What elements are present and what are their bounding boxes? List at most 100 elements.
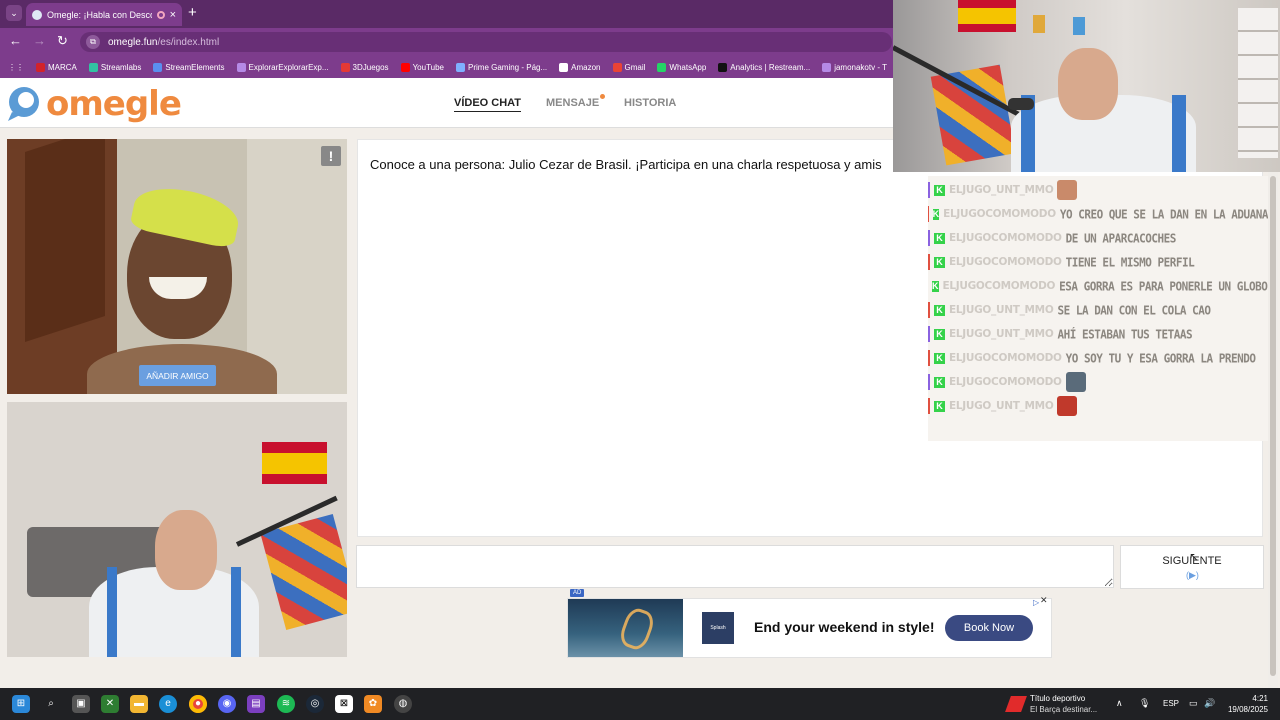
windows-taskbar: ⊞ ⌕ ▣ ✕ ▬ e ● ◉ ▤ ≋ ◎ ⊠ ✿ ◍ Título depor… bbox=[0, 688, 1280, 720]
chat-message-text: AHÍ ESTABAN TUS TETAAS bbox=[1057, 326, 1193, 342]
bookmark-item[interactable]: WhatsApp bbox=[657, 62, 706, 72]
task-view-icon[interactable]: ▣ bbox=[72, 695, 90, 713]
chat-username: ELJUGOCOMOMODO bbox=[949, 232, 1062, 244]
stream-chat-message: K ELJUGO_UNT_MMO bbox=[928, 179, 1268, 201]
bookmark-label: MARCA bbox=[48, 62, 77, 72]
language-indicator[interactable]: ESP bbox=[1163, 699, 1179, 708]
bookmark-item[interactable]: StreamElements bbox=[153, 62, 225, 72]
bookmark-favicon-icon bbox=[718, 62, 728, 72]
omegle-favicon-icon bbox=[32, 9, 42, 20]
bookmark-favicon-icon bbox=[340, 62, 350, 72]
stream-chat-message: K ELJUGOCOMOMODO YO SOY TU Y ESA GORRA LA … bbox=[928, 347, 1268, 369]
forward-arrow-icon[interactable]: → bbox=[33, 33, 46, 48]
clock-time: 4:21 bbox=[1252, 694, 1268, 703]
chat-message-text: TIENE EL MISMO PERFIL bbox=[1065, 254, 1195, 270]
xbox-icon[interactable]: ✕ bbox=[101, 695, 119, 713]
chevron-down-icon: ⌄ bbox=[10, 8, 18, 18]
bookmark-item[interactable]: Gmail bbox=[612, 62, 646, 72]
wall-poster bbox=[1073, 17, 1085, 35]
ad-tag: AD bbox=[570, 589, 585, 597]
bookmark-item[interactable]: ExplorarExplorarExp... bbox=[236, 62, 329, 72]
page-scrollbar[interactable] bbox=[1268, 172, 1278, 688]
webcam-spain-flag bbox=[958, 0, 1016, 32]
webcam-face bbox=[1058, 48, 1118, 120]
volume-icon[interactable]: 🔊 bbox=[1204, 698, 1215, 709]
kick-badge-icon: K bbox=[932, 208, 940, 220]
bookmark-item[interactable]: Analytics | Restream... bbox=[718, 62, 810, 72]
tray-chevron-up-icon[interactable]: ∧ bbox=[1116, 698, 1123, 709]
clock-date: 19/08/2025 bbox=[1227, 705, 1268, 714]
ad-image bbox=[568, 599, 683, 657]
streamer-face bbox=[155, 510, 217, 590]
scrollbar-thumb[interactable] bbox=[1270, 176, 1276, 676]
bookmark-label: Gmail bbox=[624, 62, 646, 72]
browser-tab[interactable]: Omegle: ¡Habla con Descon × bbox=[26, 3, 182, 26]
search-icon[interactable]: ⌕ bbox=[42, 695, 60, 713]
message-input[interactable] bbox=[356, 545, 1114, 588]
kick-badge-icon: K bbox=[934, 256, 945, 268]
reload-icon[interactable]: ↻ bbox=[57, 33, 68, 49]
ad-book-now-button[interactable]: Book Now bbox=[945, 615, 1033, 641]
obs-icon[interactable]: ◍ bbox=[394, 695, 412, 713]
bookmark-label: Amazon bbox=[571, 62, 601, 72]
capcut-icon[interactable]: ⊠ bbox=[335, 695, 353, 713]
nav-video-chat[interactable]: VÍDEO CHAT bbox=[454, 97, 522, 112]
spotify-icon[interactable]: ≋ bbox=[277, 695, 295, 713]
news-title: Título deportivo bbox=[1030, 694, 1086, 703]
url-field[interactable]: ⧉ omegle.fun/es/index.html bbox=[80, 32, 892, 52]
spain-flag bbox=[262, 442, 327, 484]
chat-message-text: DE UN APARCACOCHES bbox=[1065, 230, 1177, 246]
kick-badge-icon: K bbox=[932, 280, 939, 292]
logo-wordmark: omegle bbox=[46, 84, 182, 124]
new-tab-button[interactable]: + bbox=[188, 4, 197, 21]
bookmark-label: ExplorarExplorarExp... bbox=[248, 62, 329, 72]
steam-icon[interactable]: ◎ bbox=[306, 695, 324, 713]
bookmark-label: 3DJuegos bbox=[352, 62, 389, 72]
notification-dot-icon bbox=[600, 94, 606, 99]
bookmark-label: StreamElements bbox=[165, 62, 225, 72]
chat-message-text: ESA GORRA ES PARA PONERLE UN GLOBO AEROS… bbox=[1059, 278, 1268, 294]
bookmark-item[interactable]: Prime Gaming - Pág... bbox=[456, 62, 547, 72]
bookmark-favicon-icon bbox=[153, 62, 163, 72]
file-explorer-icon[interactable]: ▬ bbox=[130, 695, 148, 713]
bookmark-item[interactable]: 3DJuegos bbox=[340, 62, 389, 72]
bookmark-item[interactable]: Streamlabs bbox=[88, 62, 141, 72]
chat-username: ELJUGO_UNT_MMO bbox=[949, 328, 1054, 340]
apps-grid-icon[interactable]: ⋮⋮ bbox=[8, 63, 24, 72]
tab-search-button[interactable]: ⌄ bbox=[6, 5, 22, 21]
twitch-icon[interactable]: ▤ bbox=[247, 695, 265, 713]
chrome-icon[interactable]: ● bbox=[189, 695, 207, 713]
ad-banner[interactable]: Splash End your weekend in style! Book N… bbox=[567, 595, 1052, 658]
bookmark-item[interactable]: MARCA bbox=[36, 62, 77, 72]
network-icon[interactable]: ▭ bbox=[1189, 698, 1198, 709]
message-accent-bar bbox=[928, 326, 930, 342]
microphone-tray-icon[interactable]: 🎙 bbox=[1139, 698, 1150, 709]
site-info-icon[interactable]: ⧉ bbox=[86, 35, 100, 49]
discord-icon[interactable]: ◉ bbox=[218, 695, 236, 713]
add-friend-button[interactable]: AÑADIR AMIGO bbox=[139, 365, 216, 386]
message-accent-bar bbox=[928, 374, 930, 390]
windows-start-icon[interactable]: ⊞ bbox=[12, 695, 30, 713]
bookmark-item[interactable]: Amazon bbox=[559, 62, 601, 72]
stream-chat-message: K ELJUGO_UNT_MMO bbox=[928, 395, 1268, 417]
bookmark-favicon-icon bbox=[236, 62, 246, 72]
report-button[interactable]: ! bbox=[321, 146, 341, 166]
message-accent-bar bbox=[928, 302, 930, 318]
edge-icon[interactable]: e bbox=[159, 695, 177, 713]
bookmark-item[interactable]: jamonakotv - T bbox=[822, 62, 887, 72]
ad-close-icon[interactable]: ✕ bbox=[1040, 595, 1048, 606]
chat-username: ELJUGOCOMOMODO bbox=[949, 376, 1062, 388]
kick-badge-icon: K bbox=[934, 328, 945, 340]
streamer-webcam bbox=[893, 0, 1280, 172]
fl-studio-icon[interactable]: ✿ bbox=[364, 695, 382, 713]
clock[interactable]: 4:21 19/08/2025 bbox=[1226, 693, 1268, 715]
stream-chat-message: K ELJUGO_UNT_MMO AHÍ ESTABAN TUS TETAAS bbox=[928, 323, 1268, 345]
ad-choices-icon[interactable]: ▷ bbox=[1033, 598, 1039, 607]
tab-close-button[interactable]: × bbox=[170, 9, 176, 21]
nav-message[interactable]: MENSAJE bbox=[546, 94, 606, 109]
back-arrow-icon[interactable]: ← bbox=[9, 33, 22, 48]
chat-emote-icon bbox=[1057, 180, 1078, 200]
bookmark-item[interactable]: YouTube bbox=[400, 62, 444, 72]
omegle-logo[interactable]: omegle bbox=[6, 84, 182, 124]
nav-history[interactable]: HISTORIA bbox=[624, 97, 676, 109]
